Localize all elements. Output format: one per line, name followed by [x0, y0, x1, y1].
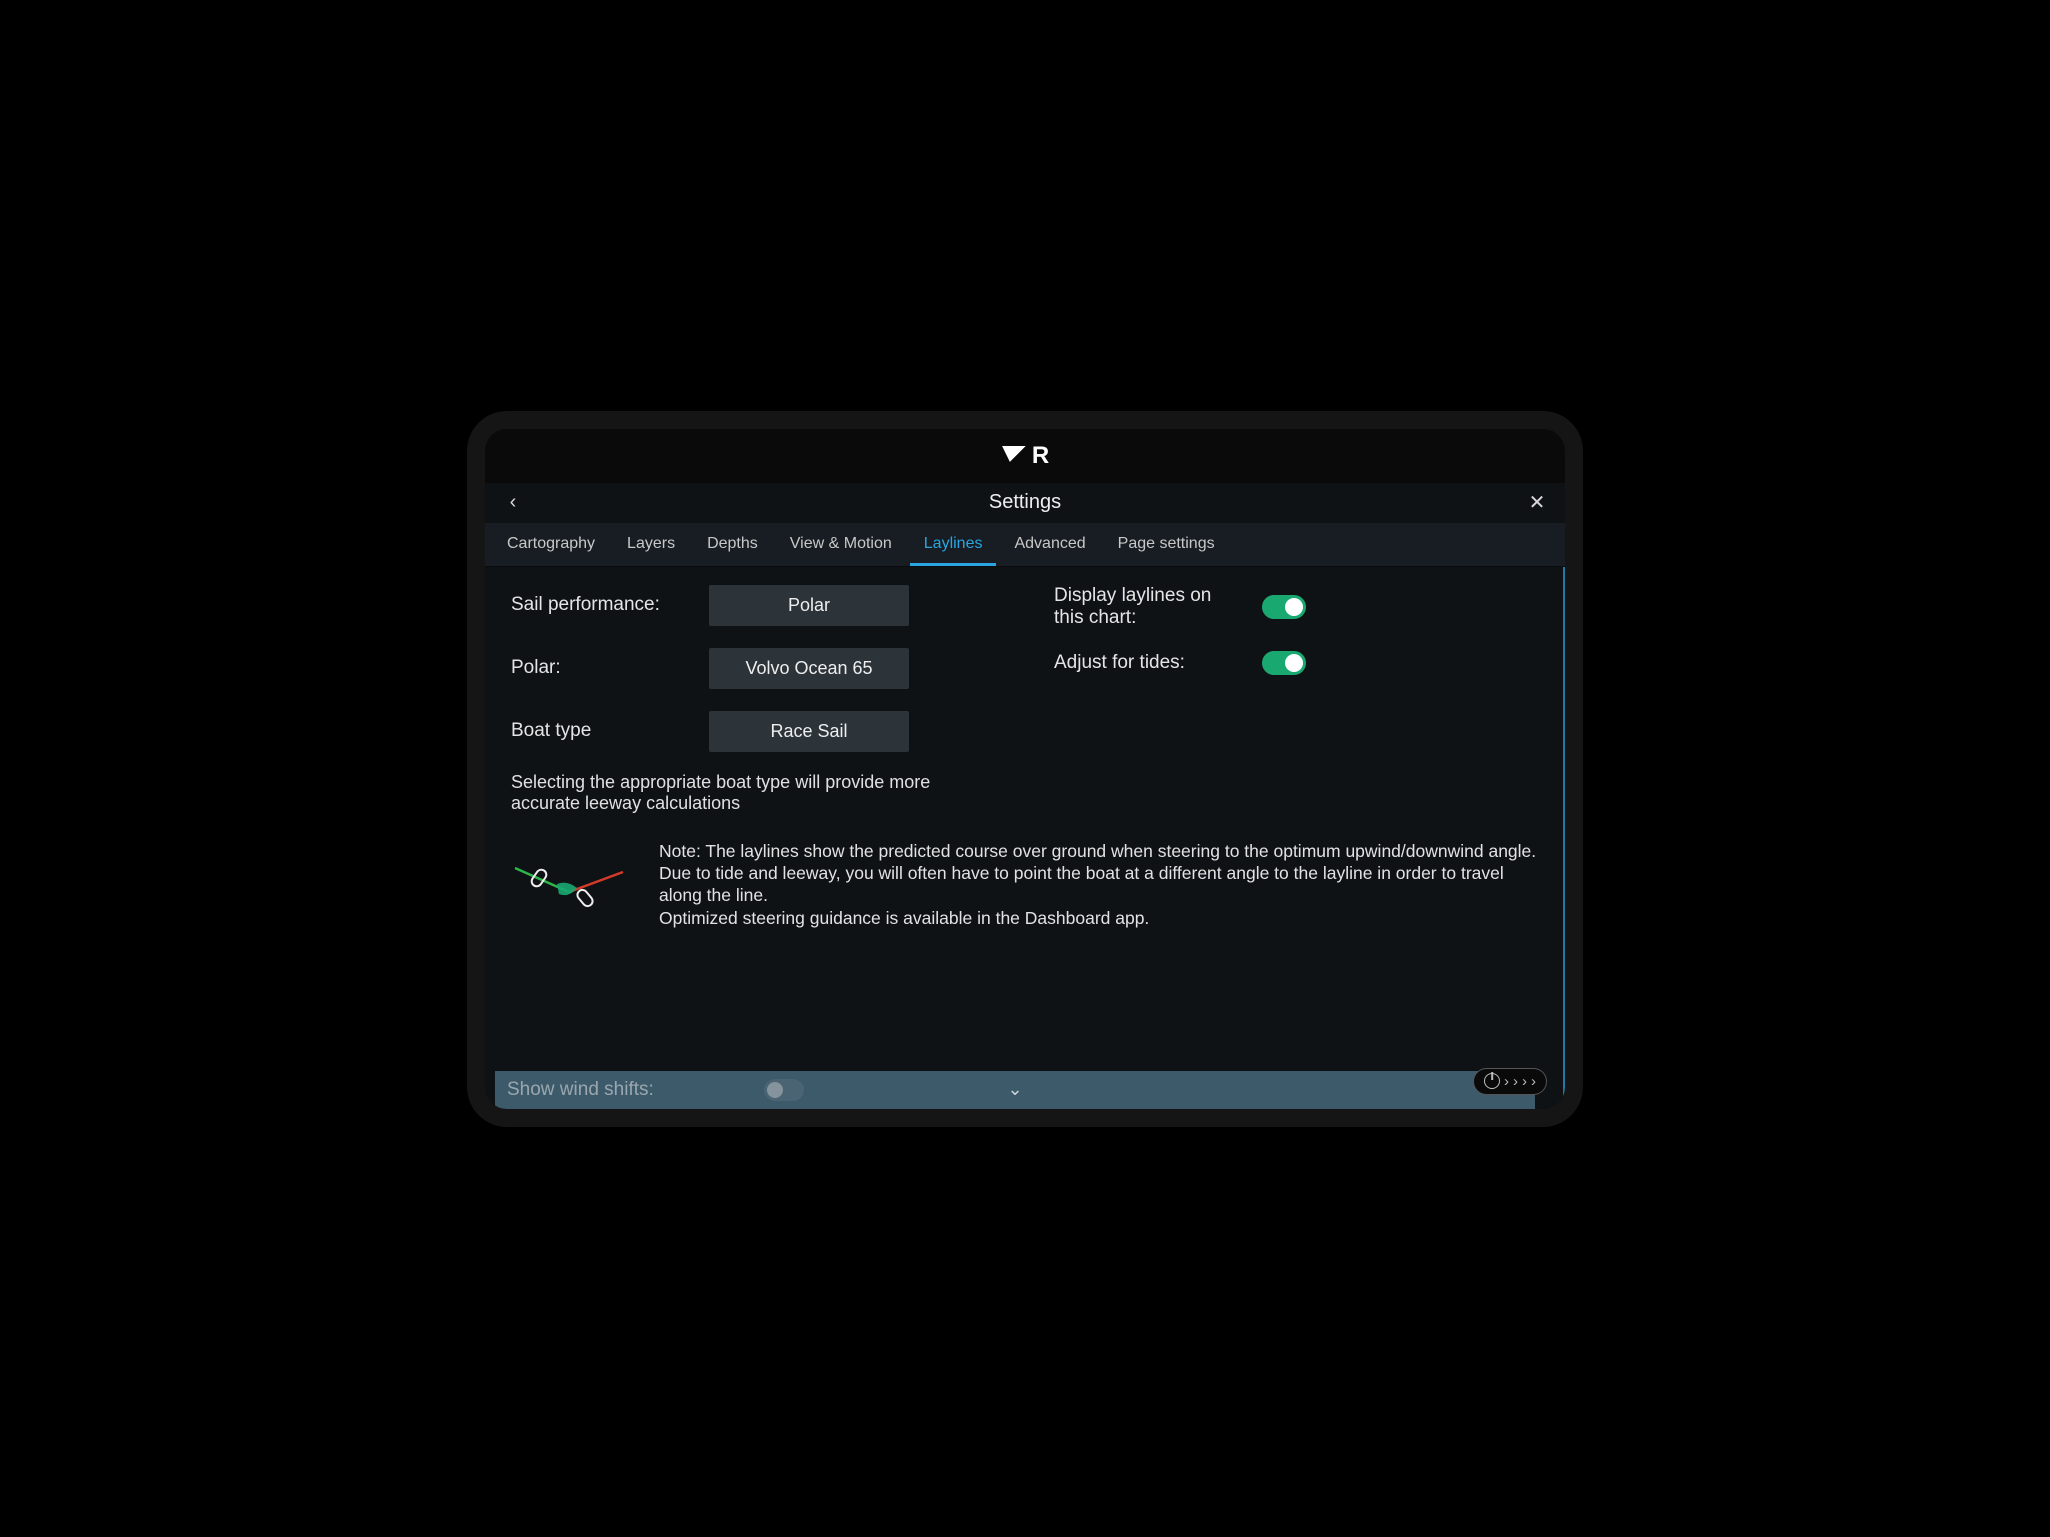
dropdown-boat-type[interactable]: Race Sail: [709, 711, 909, 752]
page-title: Settings: [527, 491, 1523, 514]
label-sail-performance: Sail performance:: [511, 594, 691, 616]
toggle-show-wind-shifts[interactable]: [764, 1079, 804, 1101]
tab-layers[interactable]: Layers: [613, 523, 689, 566]
power-icon[interactable]: [1484, 1073, 1500, 1089]
titlebar: ‹ Settings ✕: [485, 483, 1565, 523]
note-text: Note: The laylines show the predicted co…: [659, 840, 1537, 930]
row-sail-performance: Sail performance: Polar: [511, 585, 994, 626]
tab-depths[interactable]: Depths: [693, 523, 772, 566]
device-frame: R ‹ Settings ✕ Cartography Layers Depths…: [485, 429, 1565, 1109]
layline-diagram-icon: [511, 840, 631, 920]
label-polar: Polar:: [511, 657, 691, 679]
label-display-laylines: Display laylines on this chart:: [1054, 585, 1244, 629]
dropdown-polar[interactable]: Volvo Ocean 65: [709, 648, 909, 689]
label-adjust-tides: Adjust for tides:: [1054, 652, 1244, 674]
row-boat-type: Boat type Race Sail: [511, 711, 994, 752]
back-button[interactable]: ‹: [499, 489, 527, 517]
tab-cartography[interactable]: Cartography: [493, 523, 609, 566]
hw-chevron-icon[interactable]: ›: [1504, 1073, 1509, 1090]
label-show-wind-shifts: Show wind shifts:: [507, 1079, 654, 1101]
hardware-buttons: › › › ›: [1473, 1068, 1547, 1095]
tab-laylines[interactable]: Laylines: [910, 523, 997, 566]
close-button[interactable]: ✕: [1523, 489, 1551, 517]
row-adjust-tides: Adjust for tides:: [1054, 651, 1537, 675]
row-polar: Polar: Volvo Ocean 65: [511, 648, 994, 689]
chevron-left-icon: ‹: [510, 491, 517, 514]
hw-chevron-icon[interactable]: ›: [1531, 1073, 1536, 1090]
helper-text: Selecting the appropriate boat type will…: [511, 772, 931, 814]
scroll-more-bar[interactable]: Show wind shifts: ⌄: [495, 1071, 1535, 1109]
row-display-laylines: Display laylines on this chart:: [1054, 585, 1537, 629]
toggle-display-laylines[interactable]: [1262, 595, 1306, 619]
tab-advanced[interactable]: Advanced: [1000, 523, 1099, 566]
close-icon: ✕: [1529, 490, 1546, 515]
toggle-adjust-tides[interactable]: [1262, 651, 1306, 675]
tab-page-settings[interactable]: Page settings: [1104, 523, 1229, 566]
label-boat-type: Boat type: [511, 720, 691, 742]
content-area: Sail performance: Polar Polar: Volvo Oce…: [485, 567, 1565, 1109]
tab-view-motion[interactable]: View & Motion: [776, 523, 906, 566]
hw-chevron-icon[interactable]: ›: [1522, 1073, 1527, 1090]
chevron-down-icon: ⌄: [1007, 1079, 1022, 1100]
brand-logo: R: [1002, 442, 1048, 470]
brand-flag-icon: [1002, 446, 1030, 466]
tab-bar: Cartography Layers Depths View & Motion …: [485, 523, 1565, 567]
brand-letter: R: [1032, 442, 1048, 470]
hw-chevron-icon[interactable]: ›: [1513, 1073, 1518, 1090]
brand-bar: R: [485, 429, 1565, 483]
dropdown-sail-performance[interactable]: Polar: [709, 585, 909, 626]
